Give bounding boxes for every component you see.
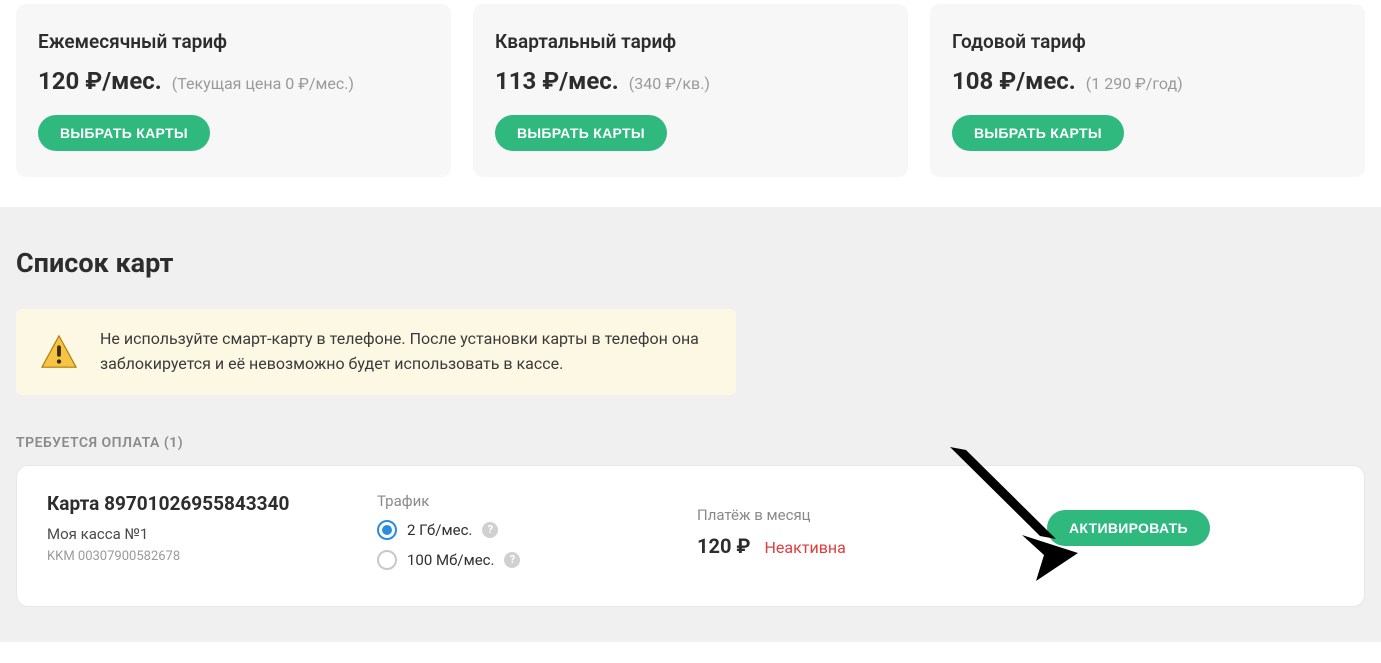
- payment-required-label: ТРЕБУЕТСЯ ОПЛАТА (1): [16, 435, 1365, 451]
- tariff-price-line: 120 ₽/мес. (Текущая цена 0 ₽/мес.): [38, 67, 429, 95]
- tariff-price: 108 ₽/мес.: [952, 67, 1076, 95]
- radio-unselected-icon: [377, 550, 397, 570]
- traffic-heading: Трафик: [377, 492, 697, 510]
- traffic-option-2gb[interactable]: 2 Гб/мес. ?: [377, 520, 697, 540]
- warning-text: Не используйте смарт-карту в телефоне. П…: [100, 327, 712, 377]
- tariff-price: 113 ₽/мес.: [495, 67, 619, 95]
- warning-icon: [40, 333, 78, 371]
- card-identity-column: Карта 89701026955843340 Моя касса №1 KKM…: [47, 492, 377, 564]
- card-row: Карта 89701026955843340 Моя касса №1 KKM…: [16, 465, 1365, 607]
- tariff-price-note: (1 290 ₽/год): [1086, 74, 1183, 93]
- status-badge: Неактивна: [765, 538, 846, 557]
- card-traffic-column: Трафик 2 Гб/мес. ? 100 Мб/мес. ?: [377, 492, 697, 580]
- traffic-option-100mb[interactable]: 100 Мб/мес. ?: [377, 550, 697, 570]
- card-action-column: АКТИВИРОВАТЬ: [1047, 492, 1334, 546]
- payment-line: 120 ₽ Неактивна: [697, 534, 1047, 558]
- select-cards-button[interactable]: ВЫБРАТЬ КАРТЫ: [38, 115, 210, 151]
- tariff-title: Квартальный тариф: [495, 30, 886, 53]
- help-icon[interactable]: ?: [504, 552, 520, 568]
- tariff-card-yearly: Годовой тариф 108 ₽/мес. (1 290 ₽/год) В…: [930, 4, 1365, 177]
- select-cards-button[interactable]: ВЫБРАТЬ КАРТЫ: [952, 115, 1124, 151]
- select-cards-button[interactable]: ВЫБРАТЬ КАРТЫ: [495, 115, 667, 151]
- card-payment-column: Платёж в месяц 120 ₽ Неактивна: [697, 492, 1047, 558]
- section-title: Список карт: [16, 247, 1365, 279]
- traffic-option-label: 100 Мб/мес.: [407, 551, 494, 569]
- card-list-section: Список карт Не используйте смарт-карту в…: [0, 207, 1381, 642]
- traffic-option-label: 2 Гб/мес.: [407, 521, 472, 539]
- warning-box: Не используйте смарт-карту в телефоне. П…: [16, 309, 736, 395]
- card-kkm: KKM 00307900582678: [47, 549, 377, 564]
- tariff-price-note: (340 ₽/кв.): [629, 74, 710, 93]
- activate-button[interactable]: АКТИВИРОВАТЬ: [1047, 510, 1210, 546]
- tariff-price-line: 108 ₽/мес. (1 290 ₽/год): [952, 67, 1343, 95]
- tariff-card-monthly: Ежемесячный тариф 120 ₽/мес. (Текущая це…: [16, 4, 451, 177]
- tariff-price: 120 ₽/мес.: [38, 67, 162, 95]
- card-cashbox: Моя касса №1: [47, 525, 377, 543]
- tariff-title: Годовой тариф: [952, 30, 1343, 53]
- tariff-price-note: (Текущая цена 0 ₽/мес.): [172, 74, 354, 93]
- help-icon[interactable]: ?: [482, 522, 498, 538]
- card-name: Карта 89701026955843340: [47, 492, 377, 515]
- radio-selected-icon: [377, 520, 397, 540]
- tariff-card-quarterly: Квартальный тариф 113 ₽/мес. (340 ₽/кв.)…: [473, 4, 908, 177]
- tariff-plans-row: Ежемесячный тариф 120 ₽/мес. (Текущая це…: [0, 0, 1381, 207]
- payment-heading: Платёж в месяц: [697, 506, 1047, 524]
- tariff-title: Ежемесячный тариф: [38, 30, 429, 53]
- payment-amount: 120 ₽: [697, 534, 751, 558]
- tariff-price-line: 113 ₽/мес. (340 ₽/кв.): [495, 67, 886, 95]
